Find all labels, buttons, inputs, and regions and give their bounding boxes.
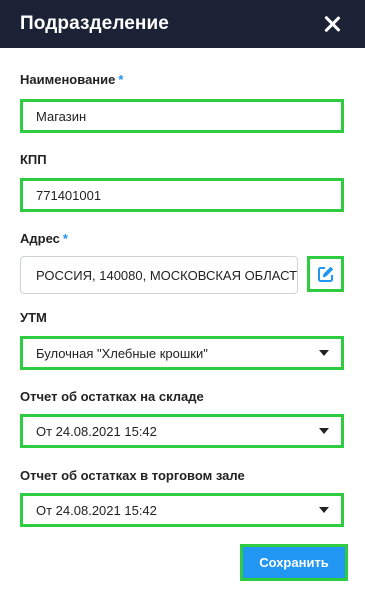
- warehouse-report-label-text: Отчет об остатках на складе: [20, 389, 204, 404]
- chevron-down-icon: [319, 507, 329, 513]
- hall-report-select[interactable]: От 24.08.2021 15:42: [20, 493, 344, 527]
- name-required-mark: *: [118, 72, 124, 87]
- hall-report-label-text: Отчет об остатках в торговом зале: [20, 468, 245, 483]
- kpp-label: КПП: [20, 152, 47, 167]
- dialog-title: Подразделение: [20, 13, 169, 34]
- address-label: Адрес *: [20, 231, 68, 246]
- hall-report-value: От 24.08.2021 15:42: [36, 502, 157, 518]
- edit-address-button[interactable]: [307, 256, 344, 292]
- kpp-value: 771401001: [36, 187, 102, 203]
- chevron-down-icon: [319, 428, 329, 434]
- warehouse-report-value: От 24.08.2021 15:42: [36, 423, 157, 439]
- utm-label-text: УТМ: [20, 310, 47, 325]
- utm-select[interactable]: Булочная "Хлебные крошки": [20, 336, 344, 370]
- save-button[interactable]: Сохранить: [240, 544, 348, 581]
- utm-value: Булочная "Хлебные крошки": [36, 345, 208, 361]
- warehouse-report-label: Отчет об остатках на складе: [20, 389, 204, 404]
- name-field[interactable]: Магазин: [20, 99, 344, 133]
- hall-report-label: Отчет об остатках в торговом зале: [20, 468, 245, 483]
- address-label-text: Адрес: [20, 231, 60, 246]
- close-icon[interactable]: [321, 13, 343, 35]
- address-required-mark: *: [62, 231, 68, 246]
- warehouse-report-select[interactable]: От 24.08.2021 15:42: [20, 414, 344, 448]
- address-field[interactable]: РОССИЯ, 140080, МОСКОВСКАЯ ОБЛАСТЬ: [20, 256, 298, 294]
- kpp-field[interactable]: 771401001: [20, 178, 344, 212]
- name-value: Магазин: [36, 108, 87, 124]
- utm-label: УТМ: [20, 310, 47, 325]
- name-label-text: Наименование: [20, 72, 116, 87]
- kpp-label-text: КПП: [20, 152, 47, 167]
- chevron-down-icon: [319, 350, 329, 356]
- address-value: РОССИЯ, 140080, МОСКОВСКАЯ ОБЛАСТЬ: [36, 267, 298, 283]
- name-label: Наименование *: [20, 72, 123, 87]
- dialog-header: Подразделение: [0, 0, 365, 48]
- edit-icon: [317, 266, 333, 282]
